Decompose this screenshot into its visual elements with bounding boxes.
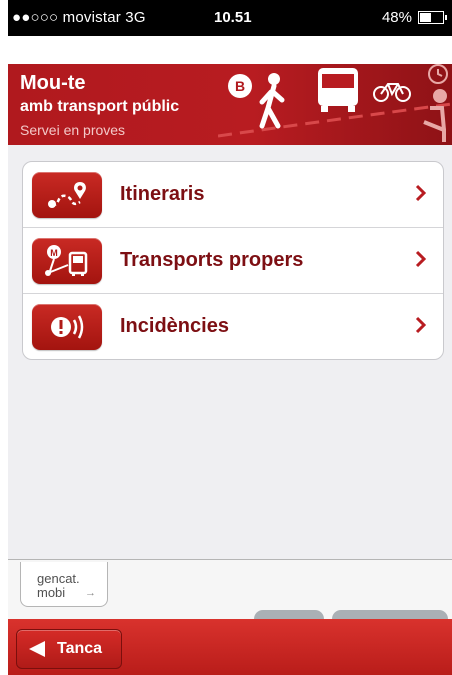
main-menu: Itineraris M Transports propers Incidènc…	[22, 161, 444, 360]
alert-icon	[32, 303, 102, 350]
logo-line-1: gencat.	[37, 571, 80, 586]
menu-item-itineraris[interactable]: Itineraris	[23, 162, 443, 228]
gencat-mobi-logo[interactable]: gencat. mobi →	[20, 562, 108, 607]
bottom-toolbar: Tanca	[8, 619, 452, 675]
close-button[interactable]: Tanca	[16, 629, 122, 669]
arrow-right-icon: →	[85, 587, 96, 599]
chevron-right-icon	[415, 316, 427, 334]
close-button-label: Tanca	[57, 640, 103, 657]
service-note: Servei en proves	[20, 122, 126, 138]
battery-icon	[418, 11, 447, 24]
menu-item-label: Itineraris	[120, 183, 205, 205]
main-content: Itineraris M Transports propers Incidènc…	[8, 145, 452, 559]
svg-text:B: B	[235, 78, 245, 94]
chevron-right-icon	[415, 250, 427, 268]
logo-line-2: mobi	[37, 585, 66, 600]
carrier-signal: ●●○○○ movistar 3G	[12, 9, 146, 26]
battery-percent: 48%	[381, 9, 412, 26]
menu-item-transports-propers[interactable]: M Transports propers	[23, 228, 443, 294]
route-icon	[32, 171, 102, 218]
svg-text:M: M	[50, 248, 58, 258]
status-bar: ●●○○○ movistar 3G 10.51 48%	[8, 0, 452, 36]
app-subtitle: amb transport públic	[20, 98, 180, 115]
nearby-transport-icon: M	[32, 237, 102, 284]
app-title: Mou-te	[20, 72, 86, 94]
app-banner: Mou-te amb transport públic Servei en pr…	[8, 64, 452, 145]
chevron-right-icon	[415, 184, 427, 202]
banner-illustration: B	[218, 64, 452, 142]
footer: gencat. mobi →	[8, 559, 452, 620]
battery-status: 48%	[381, 9, 447, 26]
clock: 10.51	[214, 9, 252, 26]
back-arrow-icon	[29, 641, 45, 657]
menu-item-label: Transports propers	[120, 249, 304, 271]
menu-item-label: Incidències	[120, 315, 229, 337]
menu-item-incidencies[interactable]: Incidències	[23, 294, 443, 359]
